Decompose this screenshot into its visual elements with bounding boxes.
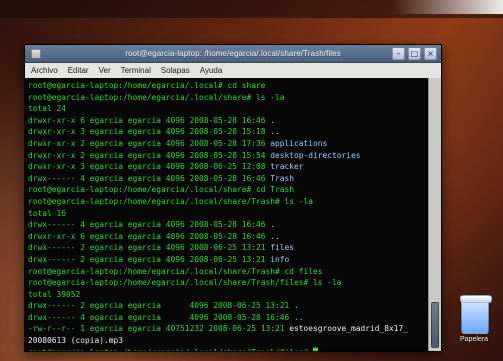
terminal-segment: Trash xyxy=(270,173,295,183)
terminal-line: root@egarcia-laptop:/home/egarcia/.local… xyxy=(28,196,427,208)
scrollbar-thumb[interactable] xyxy=(431,302,439,348)
menu-bar: Archivo Editar Ver Terminal Solapas Ayud… xyxy=(25,63,441,79)
terminal-segment: total 24 xyxy=(28,104,67,114)
terminal-segment: cd Trash xyxy=(256,185,295,195)
terminal-segment: drwxr-xr-x 2 egarcia egarcia 4096 2008-0… xyxy=(28,138,271,148)
menu-terminal[interactable]: Terminal xyxy=(121,66,151,75)
terminal-line: 20080613 (copia).mp3 xyxy=(28,335,427,347)
terminal-window: root@egarcia-laptop: /home/egarcia/.loca… xyxy=(24,44,442,352)
terminal-segment: cd files xyxy=(284,266,323,276)
menu-solapas[interactable]: Solapas xyxy=(161,66,190,75)
terminal-scrollbar[interactable] xyxy=(428,78,441,351)
terminal-segment: ls -la xyxy=(284,196,314,206)
terminal-line: root@egarcia-laptop:/home/egarcia/.local… xyxy=(28,184,427,196)
terminal-segment: drwxr-xr-x 3 egarcia egarcia 4096 2008-0… xyxy=(28,162,271,172)
terminal-line: drwxr-xr-x 6 egarcia egarcia 4096 2008-0… xyxy=(28,231,427,243)
top-right-highlight xyxy=(393,0,503,14)
menu-ayuda[interactable]: Ayuda xyxy=(200,66,223,75)
desktop-background: root@egarcia-laptop: /home/egarcia/.loca… xyxy=(0,0,503,361)
terminal-segment: . xyxy=(270,220,276,230)
window-titlebar[interactable]: root@egarcia-laptop: /home/egarcia/.loca… xyxy=(25,45,441,63)
terminal-segment: . xyxy=(270,115,276,125)
terminal-segment: drwxr-xr-x 6 egarcia egarcia 4096 2008-0… xyxy=(28,115,271,125)
maximize-icon: □ xyxy=(410,48,419,58)
terminal-segment: estoesgroove_madrid_8x17_ xyxy=(289,324,409,334)
terminal-line: root@egarcia-laptop:/home/egarcia/.local… xyxy=(28,80,427,92)
terminal-line: drwx------ 4 egarcia egarcia 4096 2008-0… xyxy=(28,173,427,185)
terminal-line: drwxr-xr-x 3 egarcia egarcia 4096 2008-0… xyxy=(28,126,427,138)
terminal-segment: root@egarcia-laptop:/home/egarcia/.local… xyxy=(28,348,313,351)
minimize-button[interactable]: – xyxy=(392,47,405,60)
terminal-segment: drwxr-xr-x 2 egarcia egarcia 4096 2008-0… xyxy=(28,150,271,160)
terminal-line: total 16 xyxy=(28,208,427,220)
terminal-line: root@egarcia-laptop:/home/egarcia/.local… xyxy=(28,347,427,351)
terminal-segment: ls -la xyxy=(313,278,342,288)
terminal-line: root@egarcia-laptop:/home/egarcia/.local… xyxy=(28,277,427,289)
desktop-trash[interactable]: Papelera xyxy=(448,295,500,358)
terminal-segment: root@egarcia-laptop:/home/egarcia/.local… xyxy=(28,185,257,195)
terminal-segment: . xyxy=(294,301,299,311)
terminal-segment: drwx------ 2 egarcia egarcia 4096 2008-0… xyxy=(28,243,271,253)
terminal-segment: █ xyxy=(313,348,318,351)
terminal-segment: files xyxy=(270,243,295,253)
close-button[interactable]: × xyxy=(424,47,437,60)
terminal-segment: .. xyxy=(294,312,304,322)
maximize-button[interactable]: □ xyxy=(408,47,421,60)
terminal-line: total 24 xyxy=(28,103,427,115)
terminal-line: drwx------ 2 egarcia egarcia 4096 2008-0… xyxy=(28,300,427,312)
terminal-segment: cd share xyxy=(227,81,266,90)
terminal-line: root@egarcia-laptop:/home/egarcia/.local… xyxy=(28,92,427,104)
terminal-line: -rw-r--r-- 1 egarcia egarcia 40751232 20… xyxy=(28,323,427,335)
terminal-segment: drwx------ 4 egarcia egarcia 4096 2008-0… xyxy=(28,220,271,230)
terminal-line: drwx------ 4 egarcia egarcia 4096 2008-0… xyxy=(28,312,427,324)
terminal-segment: drwx------ 4 egarcia egarcia 4096 2008-0… xyxy=(28,312,295,322)
terminal-segment: total 16 xyxy=(28,208,67,218)
terminal-segment: tracker xyxy=(270,162,304,172)
menu-editar[interactable]: Editar xyxy=(68,66,89,75)
terminal-segment: root@egarcia-laptop:/home/egarcia/.local… xyxy=(28,92,257,102)
terminal-segment: .. xyxy=(270,127,280,137)
menu-archivo[interactable]: Archivo xyxy=(31,66,58,75)
trash-label: Papelera xyxy=(459,336,489,343)
terminal-line: drwxr-xr-x 2 egarcia egarcia 4096 2008-0… xyxy=(28,150,427,162)
terminal-line: drwxr-xr-x 3 egarcia egarcia 4096 2008-0… xyxy=(28,161,427,173)
terminal-segment: drwxr-xr-x 6 egarcia egarcia 4096 2008-0… xyxy=(28,231,271,241)
terminal-segment: drwx------ 4 egarcia egarcia 4096 2008-0… xyxy=(28,173,271,183)
terminal-segment: desktop-directories xyxy=(270,150,361,160)
terminal-segment: drwx------ 2 egarcia egarcia 4096 2008-0… xyxy=(28,301,295,311)
terminal-segment: 20080613 (copia).mp3 xyxy=(28,336,124,346)
menu-ver[interactable]: Ver xyxy=(99,66,111,75)
terminal-output[interactable]: root@egarcia-laptop:/home/egarcia/.local… xyxy=(28,80,427,351)
terminal-line: drwx------ 2 egarcia egarcia 4096 2008-0… xyxy=(28,242,427,254)
trash-lid xyxy=(460,295,492,303)
minimize-icon: – xyxy=(396,48,401,58)
terminal-segment: -rw-r--r-- 1 egarcia egarcia 40751232 20… xyxy=(28,324,290,334)
window-controls: – □ × xyxy=(392,47,441,60)
terminal-segment: root@egarcia-laptop:/home/egarcia/.local… xyxy=(28,81,228,90)
terminal-segment: root@egarcia-laptop:/home/egarcia/.local… xyxy=(28,196,285,206)
terminal-segment: .. xyxy=(270,231,280,241)
terminal-line: root@egarcia-laptop:/home/egarcia/.local… xyxy=(28,266,427,278)
terminal-segment: root@egarcia-laptop:/home/egarcia/.local… xyxy=(28,278,314,288)
terminal-segment: total 39052 xyxy=(28,289,81,299)
terminal-line: drwxr-xr-x 2 egarcia egarcia 4096 2008-0… xyxy=(28,138,427,150)
terminal-area[interactable]: root@egarcia-laptop:/home/egarcia/.local… xyxy=(25,78,441,351)
terminal-segment: drwxr-xr-x 3 egarcia egarcia 4096 2008-0… xyxy=(28,127,271,137)
window-title: root@egarcia-laptop: /home/egarcia/.loca… xyxy=(125,49,341,58)
terminal-segment: info xyxy=(270,254,290,264)
terminal-segment: ls -la xyxy=(256,92,285,102)
terminal-segment: root@egarcia-laptop:/home/egarcia/.local… xyxy=(28,266,285,276)
terminal-segment: applications xyxy=(270,138,328,148)
terminal-line: total 39052 xyxy=(28,289,427,301)
terminal-segment: drwx------ 2 egarcia egarcia 4096 2008-0… xyxy=(28,254,271,264)
terminal-line: drwx------ 2 egarcia egarcia 4096 2008-0… xyxy=(28,254,427,266)
trash-icon[interactable] xyxy=(460,295,492,334)
terminal-line: drwxr-xr-x 6 egarcia egarcia 4096 2008-0… xyxy=(28,115,427,127)
close-icon: × xyxy=(427,48,434,58)
terminal-line: drwx------ 4 egarcia egarcia 4096 2008-0… xyxy=(28,219,427,231)
